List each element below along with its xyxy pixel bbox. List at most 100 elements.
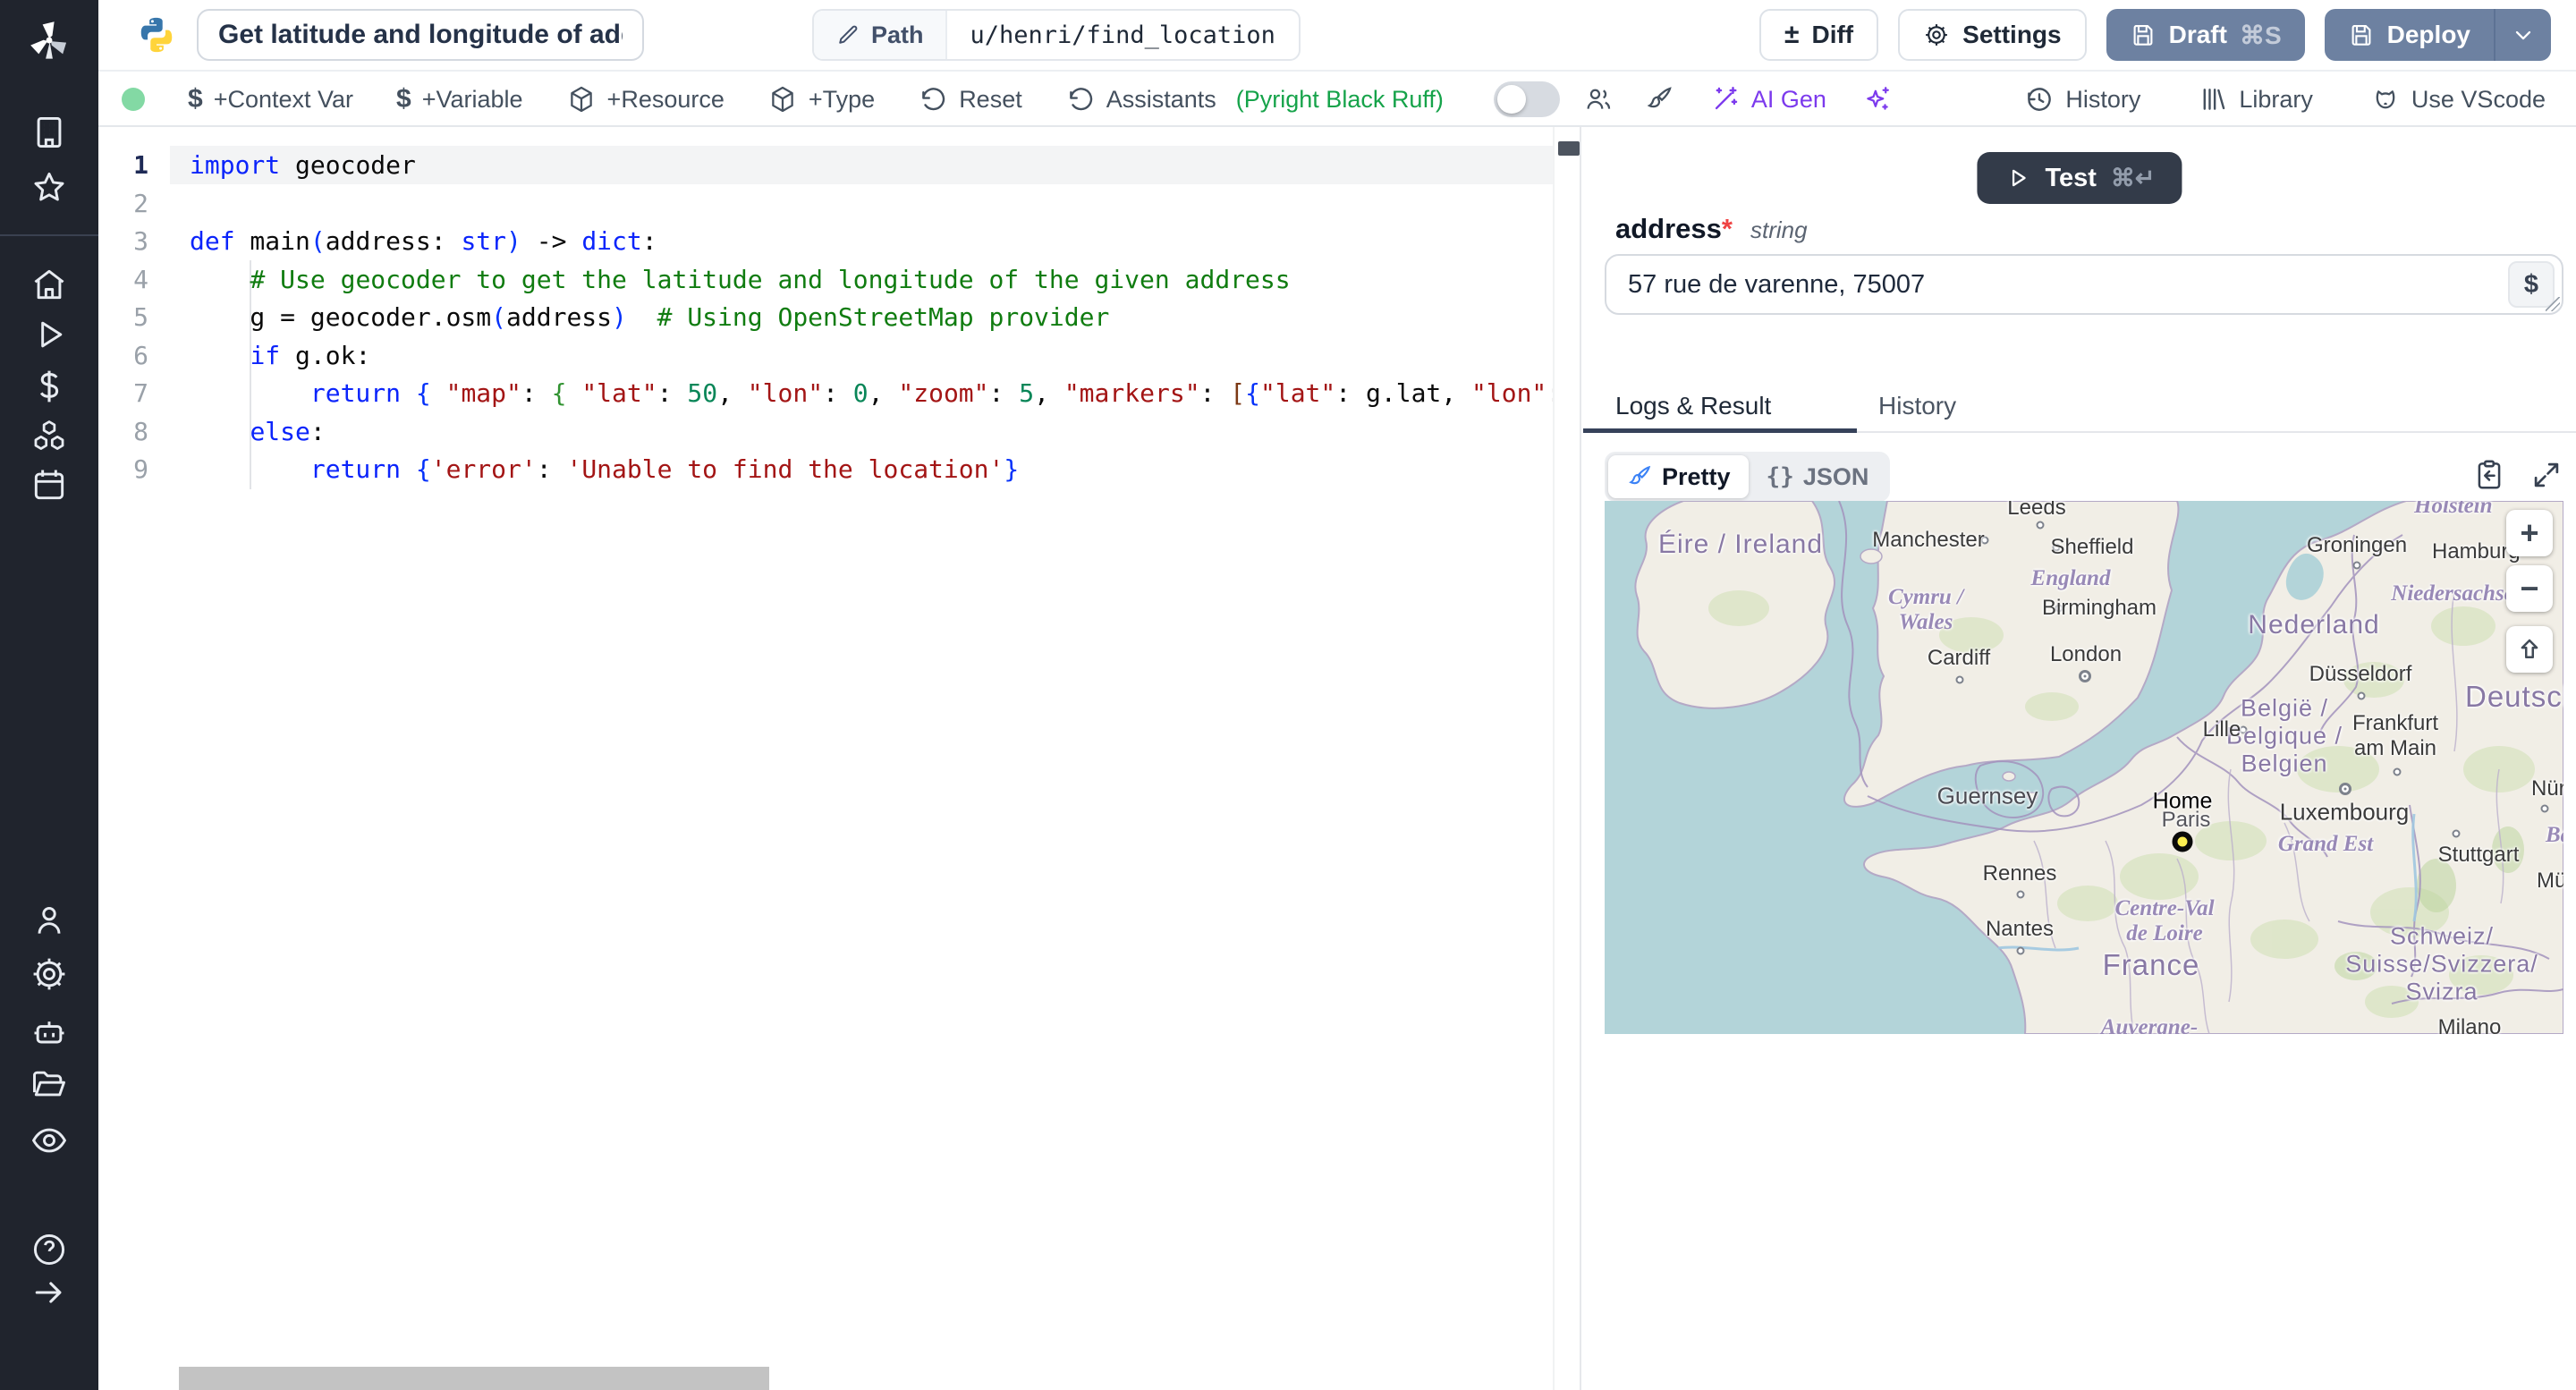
star-icon <box>34 172 64 201</box>
view-pretty-button[interactable]: Pretty <box>1608 455 1749 498</box>
sidebar-item-home[interactable] <box>0 261 98 308</box>
sidebar-item-schedules[interactable] <box>0 462 98 508</box>
sidebar-item-help[interactable] <box>0 1226 98 1273</box>
plus-minus-icon: ± <box>1784 20 1800 49</box>
add-variable-button[interactable]: $ +Variable <box>396 84 523 114</box>
toolbar-right-group: History Library Use VScode <box>1967 84 2576 114</box>
ai-sparkles-button[interactable] <box>1862 84 1893 114</box>
copy-result-button[interactable] <box>2472 458 2506 496</box>
play-icon <box>2012 169 2026 187</box>
result-actions <box>2472 458 2563 496</box>
add-variable-label: +Variable <box>421 85 523 113</box>
add-resource-button[interactable]: +Resource <box>566 84 724 114</box>
test-button[interactable]: Test ⌘↵ <box>1977 152 2182 204</box>
draft-shortcut: ⌘S <box>2239 21 2282 49</box>
sidebar-item-folders[interactable] <box>0 1061 98 1107</box>
sidebar-item-collapse[interactable] <box>0 1269 98 1316</box>
argument-row: address * string <box>1615 213 1808 245</box>
sidebar-item-favorites[interactable] <box>0 165 98 211</box>
settings-label: Settings <box>1962 21 2062 48</box>
package-icon <box>772 86 793 113</box>
sidebar-item-settings[interactable] <box>0 951 98 997</box>
sidebar-item-variables[interactable] <box>0 363 98 410</box>
sidebar-item-runs[interactable] <box>0 311 98 358</box>
dollar-icon <box>39 370 59 403</box>
reset-label: Reset <box>959 85 1022 113</box>
format-button[interactable] <box>1644 84 1674 114</box>
sidebar-item-workers[interactable] <box>0 1009 98 1055</box>
pane-resize-handle[interactable] <box>1558 141 1580 156</box>
horizontal-scrollbar-thumb[interactable] <box>179 1367 769 1390</box>
code-editor[interactable]: 1 2 3 4 5 6 7 8 9 import geocoder def ma… <box>98 127 1553 1390</box>
add-context-var-label: +Context Var <box>213 85 354 113</box>
code-line: return { "map": { "lat": 50, "lon": 0, "… <box>309 378 1553 408</box>
script-title-input[interactable] <box>197 9 644 61</box>
city-dot-leeds <box>2036 521 2045 530</box>
result-view-switch: Pretty {} JSON <box>1605 452 1891 502</box>
deploy-button[interactable]: Deploy <box>2324 9 2494 61</box>
sidebar-item-audit[interactable] <box>0 1117 98 1164</box>
ai-gen-button[interactable]: AI Gen <box>1710 84 1826 114</box>
history-button[interactable]: History <box>2024 84 2140 114</box>
line-number: 1 <box>133 150 148 180</box>
active-tab-underline <box>1583 428 1857 433</box>
folder-open-icon <box>33 1071 65 1097</box>
line-number: 3 <box>133 226 148 256</box>
map-zoom-out-button[interactable]: − <box>2506 565 2553 612</box>
home-location-marker[interactable] <box>2172 831 2193 852</box>
multiplayer-users-button[interactable] <box>1583 84 1614 114</box>
city-dot-frankfurt <box>2393 767 2402 776</box>
reset-button[interactable]: Reset <box>918 84 1022 114</box>
add-context-var-button[interactable]: $ +Context Var <box>188 84 353 114</box>
windmill-logo-icon[interactable] <box>0 7 98 72</box>
gear-icon <box>33 958 65 990</box>
city-dot-manchester <box>1980 536 1989 545</box>
settings-button[interactable]: Settings <box>1898 9 2087 61</box>
assistants-button[interactable]: Assistants (Pyright Black Ruff) <box>1065 84 1444 114</box>
view-pretty-label: Pretty <box>1662 462 1731 490</box>
diff-button[interactable]: ± Diff <box>1759 9 1879 61</box>
package-icon <box>570 86 592 113</box>
argument-input-wrap: $ <box>1605 254 2563 315</box>
line-number: 8 <box>133 416 148 446</box>
deploy-options-button[interactable] <box>2494 9 2551 61</box>
sidebar-item-workspace[interactable] <box>0 109 98 156</box>
library-button[interactable]: Library <box>2198 84 2313 114</box>
boxes-icon <box>34 420 64 450</box>
result-map[interactable]: Éire / Ireland Leeds Manchester Sheffiel… <box>1605 501 2563 1034</box>
map-recenter-button[interactable] <box>2506 626 2553 673</box>
code-line: import geocoder <box>190 150 416 180</box>
city-dot-sheffield <box>2052 543 2061 552</box>
calendar-icon <box>34 470 64 500</box>
expand-result-button[interactable] <box>2529 458 2563 496</box>
code-line: g = geocoder.osm(address) # Using OpenSt… <box>190 302 1110 332</box>
tab-logs-result[interactable]: Logs & Result <box>1615 392 1771 420</box>
expand-icon <box>2534 462 2559 487</box>
city-dot-nurnberg <box>2540 804 2549 813</box>
line-number: 7 <box>133 378 148 408</box>
add-type-button[interactable]: +Type <box>767 84 875 114</box>
path-editor[interactable]: Path u/henri/find_location <box>812 9 1301 61</box>
result-tabs: Logs & Result History <box>1583 392 2576 433</box>
sparkles-icon <box>1867 87 1889 110</box>
vertical-scrollbar-track[interactable] <box>1553 127 1580 1390</box>
draft-button[interactable]: Draft ⌘S <box>2106 9 2305 61</box>
pane-divider[interactable] <box>1580 127 1581 1390</box>
map-zoom-in-button[interactable]: + <box>2506 510 2553 556</box>
code-line: else: <box>250 416 326 446</box>
multiplayer-toggle[interactable] <box>1493 81 1560 117</box>
argument-name: address <box>1615 213 1722 244</box>
address-input[interactable] <box>1605 254 2563 315</box>
arrow-right-icon <box>35 1282 62 1303</box>
tab-history[interactable]: History <box>1878 392 1956 420</box>
sidebar-item-resources[interactable] <box>0 413 98 460</box>
view-json-button[interactable]: {} JSON <box>1749 455 1887 498</box>
refresh-icon <box>1069 88 1092 111</box>
deploy-label: Deploy <box>2386 21 2470 48</box>
argument-type: string <box>1750 216 1808 243</box>
resize-handle-icon[interactable] <box>2546 297 2560 311</box>
sidebar-item-users[interactable] <box>0 897 98 944</box>
status-dot <box>122 88 145 111</box>
use-vscode-button[interactable]: Use VScode <box>2370 84 2546 114</box>
city-dot-stuttgart <box>2452 829 2461 838</box>
